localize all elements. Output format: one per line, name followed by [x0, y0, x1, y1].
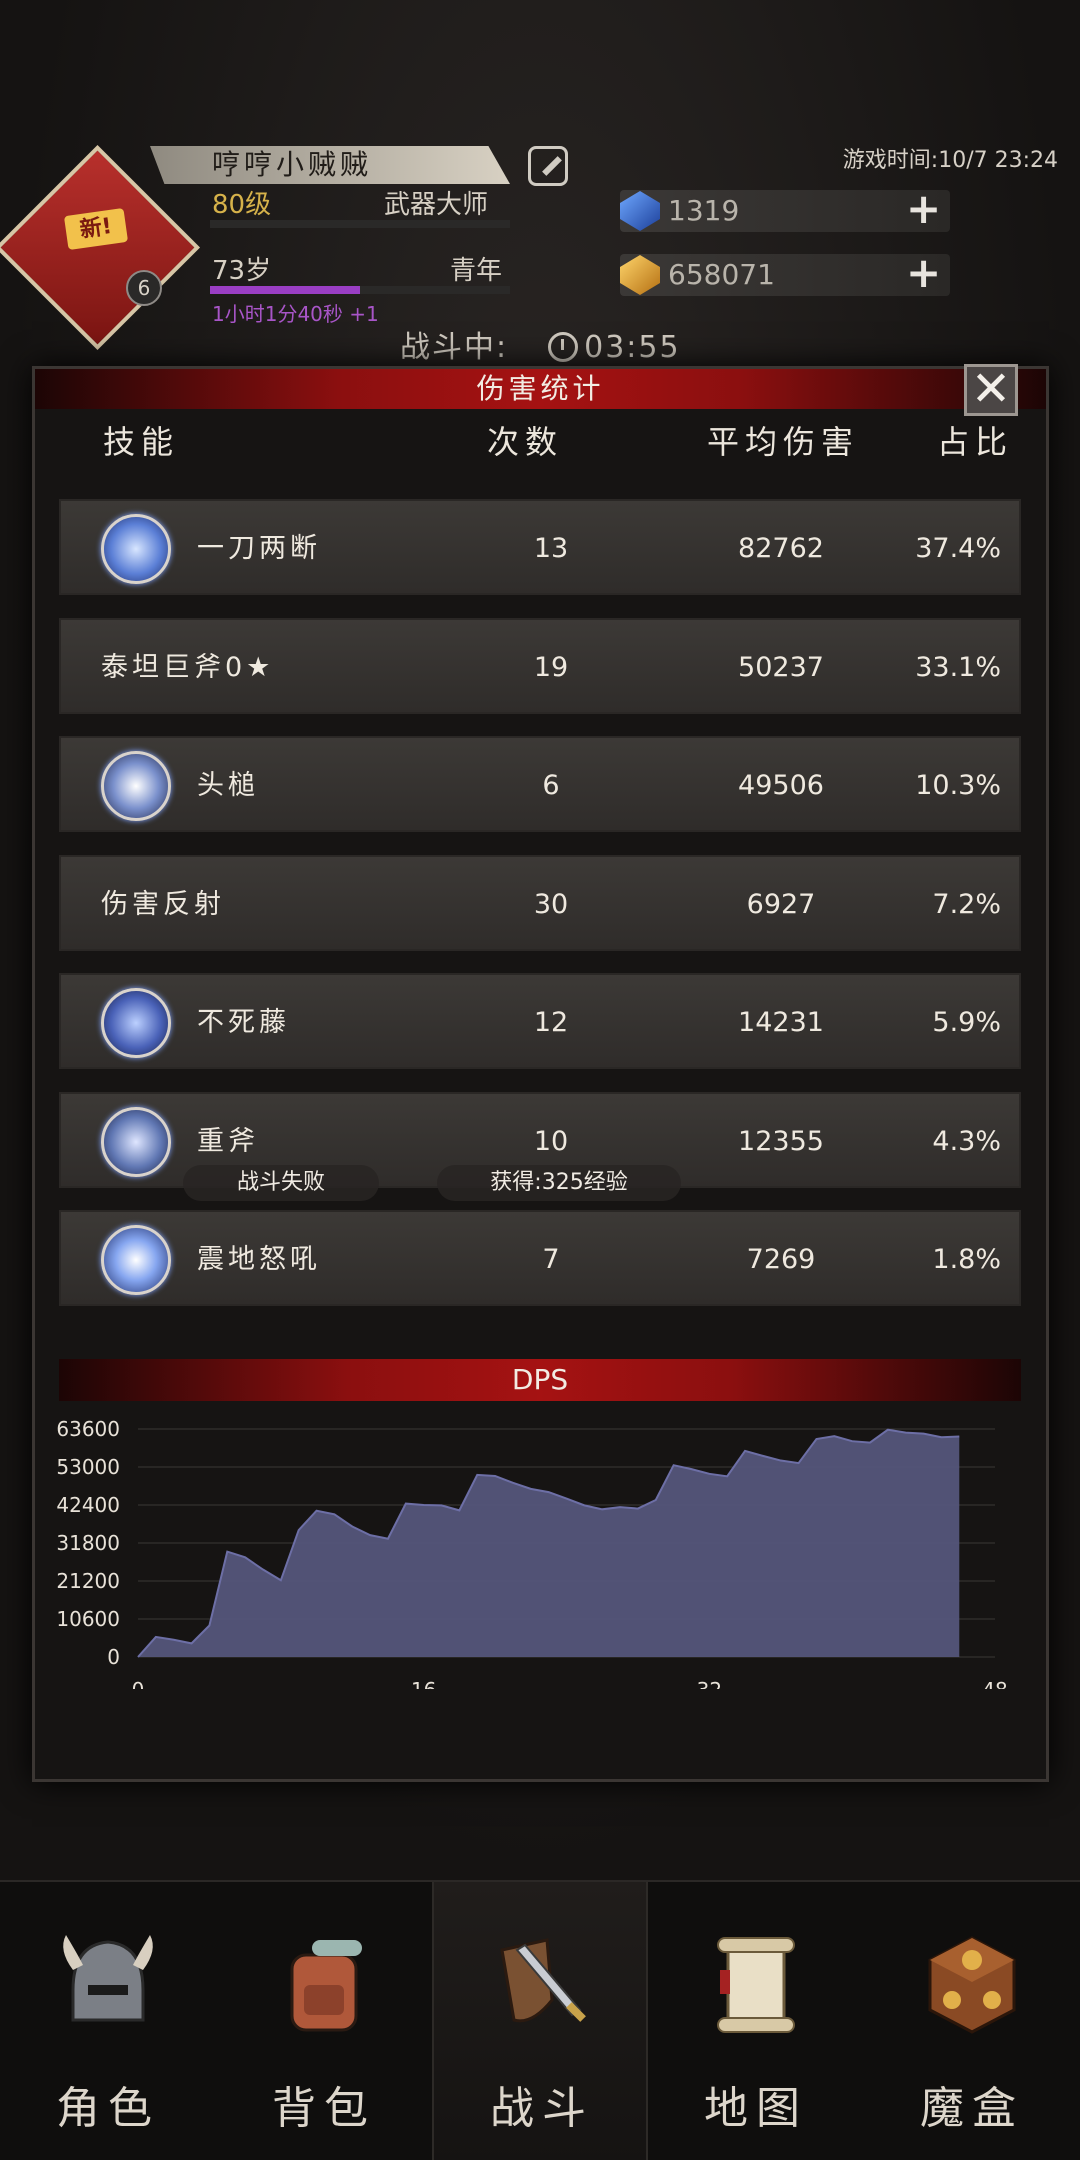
gem-counter: 1319 + [620, 188, 950, 232]
gold-gem-icon [620, 255, 660, 295]
damage-percent: 37.4% [915, 533, 1001, 564]
y-tick-label: 21200 [56, 1569, 120, 1593]
average-damage: 50237 [738, 651, 824, 683]
dps-title: DPS [59, 1359, 1021, 1401]
nav-label-character: 角色 [56, 2083, 160, 2134]
stopwatch-icon [548, 331, 579, 362]
damage-percent: 10.3% [915, 770, 1001, 801]
average-damage: 49506 [738, 770, 824, 801]
headbutt-skill-icon [101, 751, 171, 821]
damage-percent: 4.3% [932, 1125, 1001, 1157]
backpack-icon [290, 1940, 362, 2032]
gold-counter: 658071 + [620, 252, 950, 296]
modal-title: 伤害统计 [35, 369, 1046, 409]
x-tick-label: 16 [411, 1678, 436, 1689]
nav-label-backpack: 背包 [272, 2083, 376, 2134]
damage-row: 头槌 6 49506 10.3% [59, 736, 1021, 832]
age-timer: 1小时1分40秒 +1 [212, 302, 379, 326]
nav-label-map: 地图 [704, 2083, 808, 2134]
slash-skill-icon [101, 514, 171, 584]
skill-name: 伤害反射 [101, 888, 225, 920]
edit-icon[interactable] [528, 146, 568, 186]
axe-skill-icon [101, 1106, 171, 1177]
damage-percent: 7.2% [932, 888, 1001, 920]
damage-stats-modal: 伤害统计 技能 次数 平均伤害 占比 一刀两断 13 82762 37.4% 泰坦巨斧0… [32, 366, 1049, 1782]
add-gems-button[interactable]: + [906, 188, 941, 230]
damage-row: 一刀两断 13 82762 37.4% [59, 499, 1021, 595]
damage-percent: 33.1% [915, 651, 1001, 683]
battle-failed-toast: 战斗失败 [183, 1165, 379, 1201]
nav-item-character[interactable]: 角色 [0, 1882, 216, 2160]
skill-name: 泰坦巨斧0★ [101, 651, 275, 683]
column-count: 次数 [487, 423, 564, 461]
y-tick-label: 53000 [56, 1455, 120, 1479]
battle-status: 战斗中: 03:55 [400, 322, 681, 366]
y-tick-label: 42400 [56, 1493, 120, 1517]
hit-count: 6 [542, 770, 560, 801]
exp-gained-toast: 获得:325经验 [437, 1165, 681, 1201]
battle-timer: 03:55 [584, 330, 681, 365]
gem-amount: 1319 [668, 194, 740, 227]
age-stage: 青年 [450, 256, 503, 286]
roar-skill-icon [101, 1225, 171, 1295]
damage-row: 不死藤 12 14231 5.9% [59, 973, 1021, 1069]
sword-shield-icon [500, 1938, 586, 2023]
column-percent: 占比 [937, 423, 1014, 461]
nav-label-magic-box: 魔盒 [920, 2083, 1024, 2134]
hit-count: 30 [533, 888, 569, 920]
player-title: 武器大师 [384, 190, 489, 220]
scroll-map-icon [717, 1937, 795, 2033]
hit-count: 13 [533, 533, 569, 564]
x-tick-label: 48 [982, 1678, 1007, 1689]
hit-count: 7 [542, 1244, 560, 1275]
gold-amount: 658071 [668, 258, 775, 291]
nav-item-magic-box[interactable]: 魔盒 [864, 1882, 1080, 2160]
average-damage: 6927 [746, 888, 816, 920]
bottom-nav: 角色 背包 战斗 地图 魔盒 [0, 1880, 1080, 2160]
damage-row: 泰坦巨斧0★ 19 50237 33.1% [59, 617, 1021, 714]
y-tick-label: 63600 [56, 1417, 120, 1441]
close-button[interactable]: ✕ [964, 364, 1018, 416]
x-tick-label: 0 [132, 1678, 145, 1689]
vine-skill-icon [101, 988, 171, 1058]
column-skill: 技能 [103, 423, 180, 461]
average-damage: 12355 [738, 1125, 824, 1157]
damage-row: 伤害反射 30 6927 7.2% [59, 854, 1021, 951]
average-damage: 14231 [738, 1007, 824, 1038]
add-gold-button[interactable]: + [906, 252, 941, 294]
nav-item-backpack[interactable]: 背包 [216, 1882, 432, 2160]
damage-row: 震地怒吼 7 7269 1.8% [59, 1210, 1021, 1306]
skill-name: 不死藤 [197, 1007, 290, 1038]
nav-item-map[interactable]: 地图 [648, 1882, 864, 2160]
avatar-level-badge: 6 [126, 270, 162, 306]
player-level: 80级 [212, 190, 272, 220]
nav-item-battle[interactable]: 战斗 [432, 1882, 648, 2160]
average-damage: 82762 [738, 533, 824, 564]
average-damage: 7269 [746, 1244, 816, 1275]
magic-box-icon [928, 1936, 1016, 2034]
player-age: 73岁 [212, 256, 272, 286]
hit-count: 19 [533, 651, 569, 683]
helmet-icon [63, 1935, 153, 2022]
game-time: 游戏时间:10/7 23:24 [842, 148, 1058, 173]
y-tick-label: 0 [107, 1645, 120, 1669]
damage-percent: 1.8% [932, 1244, 1001, 1275]
dps-chart: 0 10600 21200 31800 42400 53000 63600 0 16 32 48 [56, 1417, 1007, 1689]
blue-gem-icon [620, 191, 660, 231]
skill-name: 一刀两断 [197, 533, 321, 564]
battle-status-label: 战斗中: [400, 330, 509, 365]
level-bar [210, 220, 510, 228]
y-tick-label: 31800 [56, 1531, 120, 1555]
player-name: 哼哼小贼贼 [150, 146, 510, 184]
skill-name: 震地怒吼 [197, 1244, 321, 1275]
column-avg-damage: 平均伤害 [707, 423, 860, 461]
damage-percent: 5.9% [932, 1007, 1001, 1038]
skill-name: 头槌 [197, 770, 259, 801]
x-tick-label: 32 [697, 1678, 722, 1689]
y-tick-label: 10600 [56, 1607, 120, 1631]
nav-label-battle: 战斗 [490, 2083, 594, 2134]
age-bar [210, 286, 510, 294]
hit-count: 12 [533, 1007, 569, 1038]
